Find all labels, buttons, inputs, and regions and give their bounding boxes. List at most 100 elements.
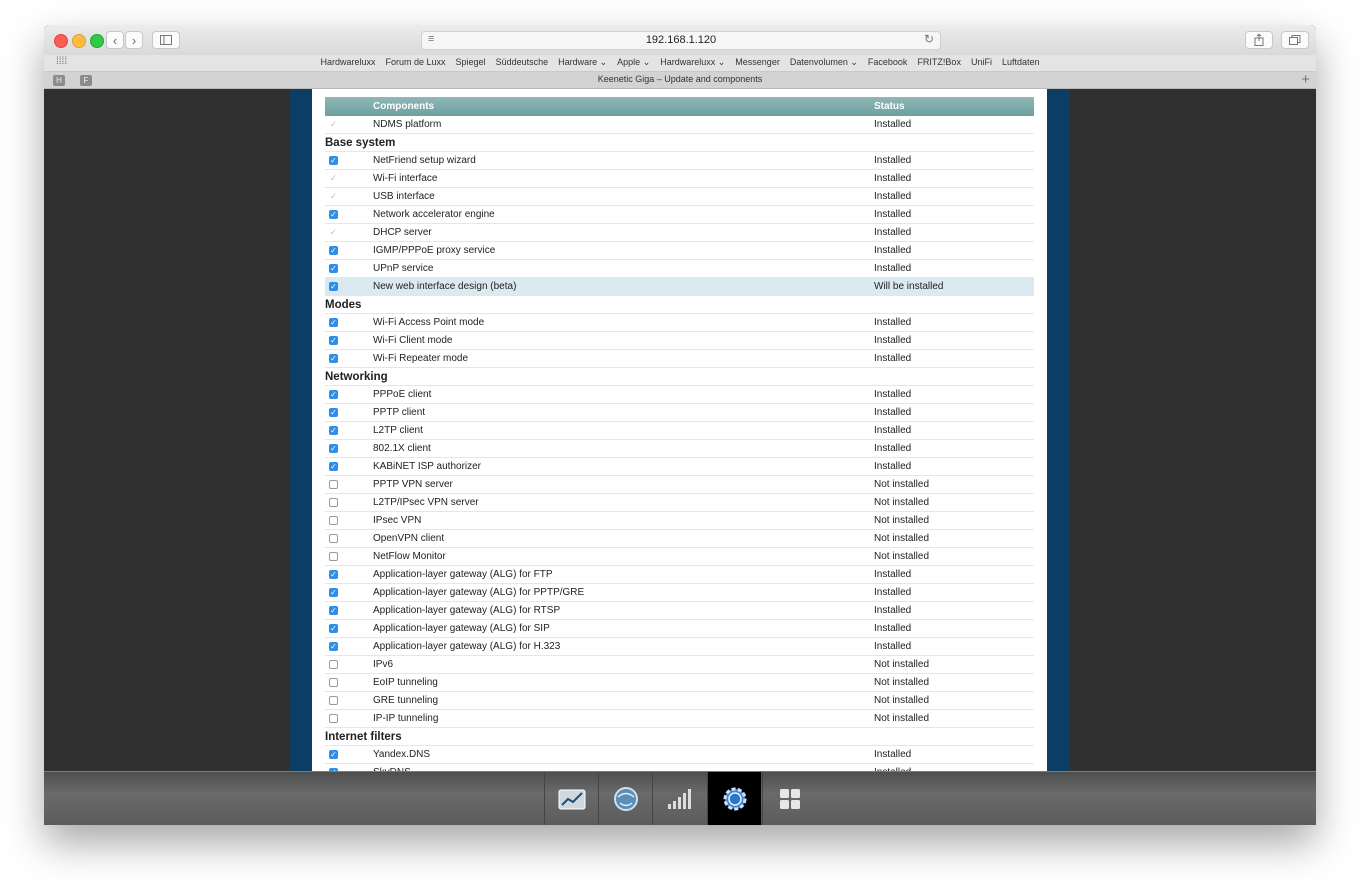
component-name: NetFlow Monitor [373,547,874,566]
component-checkbox-checked[interactable]: ✓ [329,245,338,255]
sidebar-toggle-button[interactable] [152,31,180,49]
minimize-window-button[interactable] [72,34,86,48]
component-row: ✓ Wi-Fi Repeater mode Installed [325,349,1034,368]
component-name: NDMS platform [373,116,874,134]
status-column-header: Status [874,97,1034,116]
bookmark-item[interactable]: Hardwareluxx [320,57,375,67]
component-checkbox-checked[interactable]: ✓ [329,209,338,219]
components-table: Components Status ✓ NDMS platform Installe… [325,97,1034,771]
page-content: Components Status ✓ NDMS platform Installe… [44,89,1316,771]
component-checkbox-unchecked[interactable] [329,515,338,525]
bookmark-item[interactable]: Hardware ⌄ [558,57,607,67]
address-bar[interactable]: ≡ 192.168.1.120 ↻ [421,31,941,50]
component-row: L2TP/IPsec VPN server Not installed [325,493,1034,512]
component-row: ✓ L2TP client Installed [325,421,1034,440]
component-checkbox-unchecked[interactable] [329,497,338,507]
bookmark-item[interactable]: Facebook [868,57,908,67]
component-status: Installed [874,313,1034,332]
bookmark-item[interactable]: Spiegel [456,57,486,67]
component-row: NetFlow Monitor Not installed [325,547,1034,566]
dock-stats-button[interactable] [544,772,598,825]
close-window-button[interactable] [54,34,68,48]
bookmark-item[interactable]: Apple ⌄ [617,57,650,67]
component-name: IGMP/PPPoE proxy service [373,241,874,260]
component-row: ✓ UPnP service Installed [325,259,1034,278]
component-checkbox-checked[interactable]: ✓ [329,623,338,633]
dock-system-button[interactable] [707,772,761,825]
bookmark-list: Hardwareluxx Forum de Luxx Spiegel Süddeuts… [44,57,1316,68]
component-checkbox-unchecked[interactable] [329,551,338,561]
back-button[interactable]: ‹ [106,31,124,49]
section-header: Base system [325,133,1034,152]
component-name: L2TP/IPsec VPN server [373,493,874,512]
dock-wifi-button[interactable] [652,772,706,825]
bookmark-item[interactable]: Messenger [735,57,780,67]
stats-icon [558,789,586,810]
bookmark-item[interactable]: Luftdaten [1002,57,1040,67]
component-row: ✓ New web interface design (beta) Will be … [325,277,1034,296]
component-checkbox-checked[interactable]: ✓ [329,443,338,453]
component-status: Installed [874,403,1034,422]
component-row: ✓ Network accelerator engine Installed [325,205,1034,224]
component-checkbox-checked[interactable]: ✓ [329,749,338,759]
component-checkbox-checked[interactable]: ✓ [329,641,338,651]
bookmarks-bar: ⁞⁞⁞⁞ Hardwareluxx Forum de Luxx Spiegel Süd… [44,55,1316,72]
forward-button[interactable]: › [125,31,143,49]
component-status: Installed [874,169,1034,188]
component-row: ✓ PPTP client Installed [325,403,1034,422]
component-checkbox-checked[interactable]: ✓ [329,461,338,471]
component-status: Not installed [874,529,1034,548]
component-status: Installed [874,116,1034,134]
component-checkbox-checked[interactable]: ✓ [329,155,338,165]
component-checkbox-checked[interactable]: ✓ [329,263,338,273]
component-checkbox-unchecked[interactable] [329,713,338,723]
component-status: Installed [874,385,1034,404]
component-status: Installed [874,241,1034,260]
bookmark-item[interactable]: Hardwareluxx ⌄ [660,57,725,67]
component-checkbox-disabled: ✓ [329,118,338,129]
bookmark-item[interactable]: FRITZ!Box [917,57,961,67]
reload-icon[interactable]: ↻ [924,32,934,46]
new-tab-icon[interactable]: + [1301,71,1310,88]
component-row: ✓ PPPoE client Installed [325,385,1034,404]
component-row: ✓ IGMP/PPPoE proxy service Installed [325,241,1034,260]
active-tab-title[interactable]: Keenetic Giga – Update and components [44,74,1316,84]
component-checkbox-checked[interactable]: ✓ [329,605,338,615]
browser-window: ‹ › ≡ 192.168.1.120 ↻ ⁞⁞⁞⁞ Hardwareluxx F… [44,25,1316,825]
component-checkbox-checked[interactable]: ✓ [329,335,338,345]
component-row: EoIP tunneling Not installed [325,673,1034,692]
address-text: 192.168.1.120 [645,34,717,46]
component-row: OpenVPN client Not installed [325,529,1034,548]
component-row: ✓ Application-layer gateway (ALG) for PPT… [325,583,1034,602]
component-status: Installed [874,745,1034,764]
component-status: Installed [874,439,1034,458]
component-checkbox-checked[interactable]: ✓ [329,587,338,597]
component-checkbox-unchecked[interactable] [329,695,338,705]
bookmark-item[interactable]: UniFi [971,57,992,67]
dock-internet-button[interactable] [598,772,652,825]
globe-icon [614,787,638,811]
share-button[interactable] [1245,31,1273,49]
component-checkbox-checked[interactable]: ✓ [329,569,338,579]
component-checkbox-checked[interactable]: ✓ [329,281,338,291]
component-checkbox-checked[interactable]: ✓ [329,407,338,417]
component-checkbox-checked[interactable]: ✓ [329,425,338,435]
component-checkbox-checked[interactable]: ✓ [329,317,338,327]
gear-icon [723,787,747,811]
dock-apps-button[interactable] [762,772,816,825]
component-row: ✓ KABiNET ISP authorizer Installed [325,457,1034,476]
component-checkbox-checked[interactable]: ✓ [329,389,338,399]
bookmark-item[interactable]: Datenvolumen ⌄ [790,57,858,67]
bookmark-item[interactable]: Forum de Luxx [386,57,446,67]
component-checkbox-checked[interactable]: ✓ [329,353,338,363]
component-checkbox-unchecked[interactable] [329,659,338,669]
component-checkbox-unchecked[interactable] [329,677,338,687]
component-checkbox-unchecked[interactable] [329,479,338,489]
component-row: PPTP VPN server Not installed [325,475,1034,494]
tabs-overview-button[interactable] [1281,31,1309,49]
component-status: Not installed [874,511,1034,530]
zoom-window-button[interactable] [90,34,104,48]
bookmark-item[interactable]: Süddeutsche [496,57,549,67]
component-name: PPTP VPN server [373,475,874,494]
component-checkbox-unchecked[interactable] [329,533,338,543]
